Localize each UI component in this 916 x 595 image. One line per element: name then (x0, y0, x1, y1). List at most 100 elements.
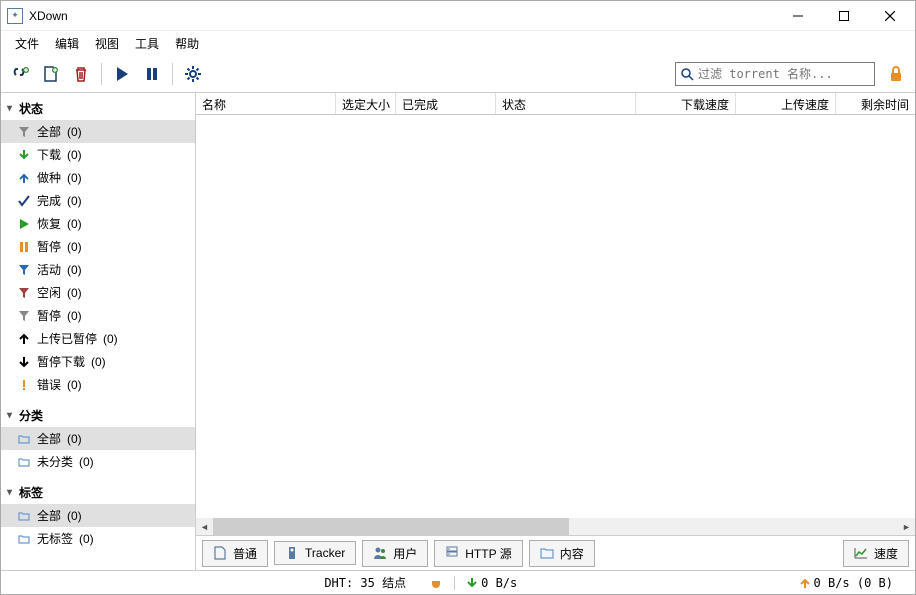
sidebar-item-label: 空闲 (37, 284, 61, 301)
add-link-button[interactable] (9, 62, 33, 86)
scroll-thumb[interactable] (213, 518, 569, 535)
sidebar-item-label: 全部 (37, 123, 61, 140)
sidebar-group-tags[interactable]: ▾ 标签 (1, 481, 195, 504)
lock-icon[interactable] (885, 63, 907, 85)
tab-content[interactable]: 内容 (529, 540, 595, 567)
sidebar-item-label: 错误 (37, 376, 61, 393)
sidebar-item-label: 暂停 (37, 238, 61, 255)
sidebar-item-stalled[interactable]: 暂停 (0) (1, 304, 195, 327)
error-icon (17, 379, 31, 391)
sidebar-item-inactive[interactable]: 空闲 (0) (1, 281, 195, 304)
column-done[interactable]: 已完成 (396, 93, 496, 114)
torrent-table: 名称 选定大小 已完成 状态 下载速度 上传速度 剩余时间 ◄ ► (196, 93, 915, 536)
menu-view[interactable]: 视图 (87, 33, 127, 54)
maximize-button[interactable] (821, 1, 867, 31)
sidebar-group-label: 状态 (19, 100, 43, 117)
tab-general[interactable]: 普通 (202, 540, 268, 567)
sidebar-item-label: 下载 (37, 146, 61, 163)
chart-icon (854, 547, 868, 559)
close-button[interactable] (867, 1, 913, 31)
upload-icon (17, 172, 31, 184)
column-dlspeed[interactable]: 下载速度 (636, 93, 736, 114)
sidebar-item-count: (0) (67, 217, 82, 231)
scroll-left-arrow[interactable]: ◄ (196, 518, 213, 535)
toolbar-separator (172, 63, 173, 85)
tab-label: 内容 (560, 545, 584, 562)
sidebar-item-label: 完成 (37, 192, 61, 209)
sidebar-item-count: (0) (67, 286, 82, 300)
column-status[interactable]: 状态 (496, 93, 636, 114)
add-file-button[interactable] (39, 62, 63, 86)
sidebar-item-error[interactable]: 错误 (0) (1, 373, 195, 396)
horizontal-scrollbar[interactable]: ◄ ► (196, 518, 915, 535)
folder-icon (17, 533, 31, 545)
menu-help[interactable]: 帮助 (167, 33, 207, 54)
start-button[interactable] (110, 62, 134, 86)
sidebar-item-count: (0) (103, 332, 118, 346)
tab-http-source[interactable]: HTTP 源 (434, 540, 522, 567)
sidebar-item-all[interactable]: 全部 (0) (1, 120, 195, 143)
funnel-icon (17, 264, 31, 276)
download-icon (467, 577, 477, 589)
sidebar-item-tag-all[interactable]: 全部 (0) (1, 504, 195, 527)
sidebar-item-tag-untagged[interactable]: 无标签 (0) (1, 527, 195, 550)
scroll-track[interactable] (213, 518, 898, 535)
tab-label: 普通 (233, 545, 257, 562)
table-body[interactable] (196, 115, 915, 518)
column-size[interactable]: 选定大小 (336, 93, 396, 114)
minimize-button[interactable] (775, 1, 821, 31)
settings-button[interactable] (181, 62, 205, 86)
sidebar-item-downloading[interactable]: 下载 (0) (1, 143, 195, 166)
sidebar-item-label: 恢复 (37, 215, 61, 232)
funnel-icon (17, 310, 31, 322)
play-icon (17, 218, 31, 230)
tab-label: HTTP 源 (465, 545, 511, 562)
menu-edit[interactable]: 编辑 (47, 33, 87, 54)
scroll-right-arrow[interactable]: ► (898, 518, 915, 535)
sidebar-item-completed[interactable]: 完成 (0) (1, 189, 195, 212)
menu-tools[interactable]: 工具 (127, 33, 167, 54)
check-icon (17, 195, 31, 207)
sidebar-item-label: 暂停下载 (37, 353, 85, 370)
column-name[interactable]: 名称 (196, 93, 336, 114)
tab-tracker[interactable]: Tracker (274, 541, 356, 565)
sidebar-item-count: (0) (67, 125, 82, 139)
sidebar-item-label: 未分类 (37, 453, 73, 470)
sidebar-item-count: (0) (67, 509, 82, 523)
column-upspeed[interactable]: 上传速度 (736, 93, 836, 114)
sidebar-group-status[interactable]: ▾ 状态 (1, 97, 195, 120)
app-icon: ✦ (7, 8, 23, 24)
download-icon (17, 149, 31, 161)
sidebar-group-category[interactable]: ▾ 分类 (1, 404, 195, 427)
sidebar-item-download-paused[interactable]: 暂停下载 (0) (1, 350, 195, 373)
sidebar-item-paused[interactable]: 暂停 (0) (1, 235, 195, 258)
sidebar-item-count: (0) (67, 240, 82, 254)
sidebar-item-seeding[interactable]: 做种 (0) (1, 166, 195, 189)
sidebar-item-active[interactable]: 活动 (0) (1, 258, 195, 281)
sidebar-item-resumed[interactable]: 恢复 (0) (1, 212, 195, 235)
tab-users[interactable]: 用户 (362, 540, 428, 567)
menubar: 文件 编辑 视图 工具 帮助 (1, 31, 915, 55)
status-firewall[interactable] (418, 576, 454, 590)
document-icon (213, 546, 227, 560)
search-box[interactable] (675, 62, 875, 86)
funnel-icon (17, 287, 31, 299)
main-area: ▾ 状态 全部 (0) 下载 (0) 做种 (0) 完成 (0) 恢复 (0) (1, 93, 915, 570)
pause-button[interactable] (140, 62, 164, 86)
status-upload-speed: 0 B/s (0 B) (788, 576, 905, 590)
sidebar-item-label: 全部 (37, 430, 61, 447)
chevron-down-icon: ▾ (7, 103, 19, 114)
column-eta[interactable]: 剩余时间 (836, 93, 915, 114)
search-icon (680, 67, 694, 81)
tab-label: Tracker (305, 546, 345, 560)
search-input[interactable] (698, 67, 870, 81)
tab-speed[interactable]: 速度 (843, 540, 909, 567)
status-ul-text: 0 B/s (0 B) (814, 576, 893, 590)
tab-label: 用户 (393, 545, 417, 562)
sidebar-item-category-all[interactable]: 全部 (0) (1, 427, 195, 450)
sidebar-item-category-uncategorized[interactable]: 未分类 (0) (1, 450, 195, 473)
menu-file[interactable]: 文件 (7, 33, 47, 54)
delete-button[interactable] (69, 62, 93, 86)
sidebar-item-count: (0) (67, 432, 82, 446)
sidebar-item-upload-paused[interactable]: 上传已暂停 (0) (1, 327, 195, 350)
